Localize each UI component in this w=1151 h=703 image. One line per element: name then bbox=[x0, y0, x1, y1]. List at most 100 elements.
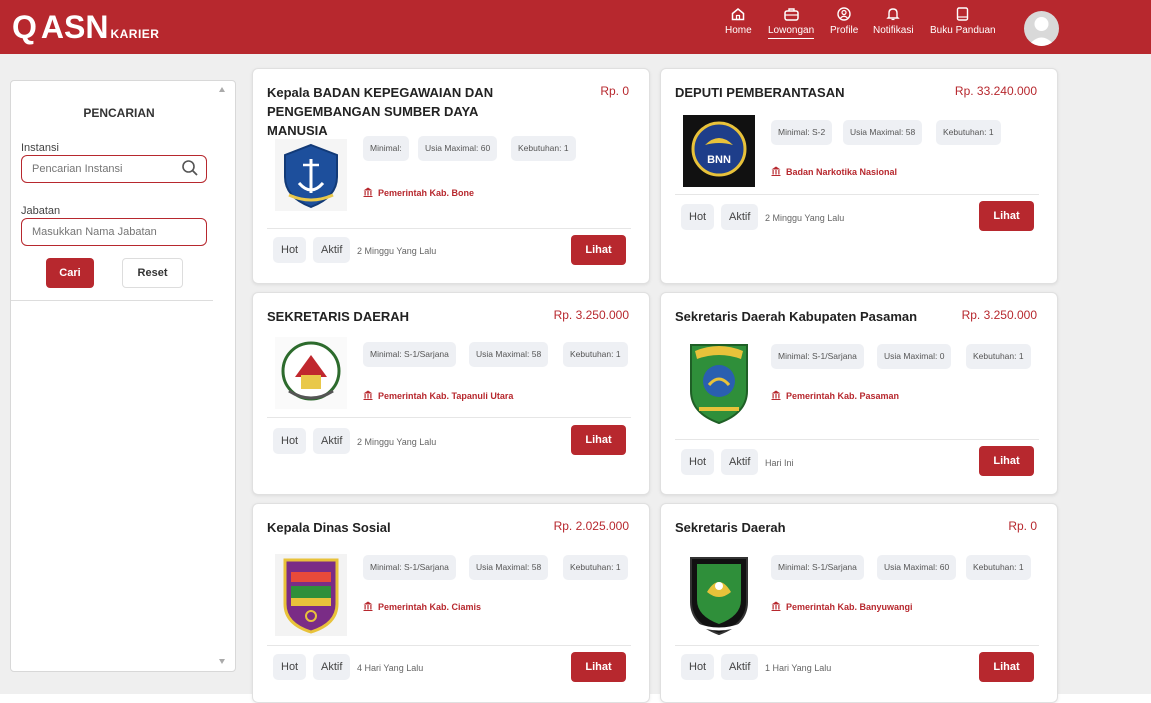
sidebar-title: PENCARIAN bbox=[83, 106, 155, 120]
job-salary: Rp. 33.240.000 bbox=[954, 84, 1037, 98]
nav-lowongan[interactable]: Lowongan bbox=[768, 4, 815, 39]
requirement-age-chip: Usia Maximal: 58 bbox=[469, 342, 549, 367]
sidebar-divider bbox=[11, 300, 213, 301]
job-salary: Rp. 3.250.000 bbox=[961, 308, 1037, 322]
requirement-minimal-chip: Minimal: S-1/Sarjana bbox=[771, 555, 864, 580]
user-avatar[interactable] bbox=[1024, 11, 1059, 46]
job-card[interactable]: Sekretaris Daerah Kabupaten Pasaman Rp. … bbox=[660, 292, 1058, 495]
hot-tag: Hot bbox=[273, 428, 307, 454]
job-salary: Rp. 2.025.000 bbox=[553, 519, 629, 533]
job-salary: Rp. 0 bbox=[1008, 519, 1037, 533]
institution-name-text: Pemerintah Kab. Bone bbox=[378, 188, 475, 198]
institution-logo bbox=[275, 139, 347, 211]
top-bar: Q ASN KARIER Home Lowongan Profile Notif… bbox=[0, 0, 1151, 54]
job-card[interactable]: DEPUTI PEMBERANTASAN Rp. 33.240.000 BNN … bbox=[660, 68, 1058, 284]
home-icon bbox=[728, 4, 748, 24]
requirement-need-chip: Kebutuhan: 1 bbox=[966, 344, 1031, 369]
nav-profile[interactable]: Profile bbox=[830, 4, 858, 37]
job-salary: Rp. 0 bbox=[600, 84, 629, 98]
institution-name-text: Badan Narkotika Nasional bbox=[786, 167, 898, 177]
card-divider bbox=[675, 439, 1039, 440]
requirement-minimal-chip: Minimal: bbox=[363, 136, 409, 161]
job-card[interactable]: SEKRETARIS DAERAH Rp. 3.250.000 Minimal:… bbox=[252, 292, 650, 495]
hot-tag: Hot bbox=[681, 449, 715, 475]
lihat-button[interactable]: Lihat bbox=[979, 446, 1034, 476]
institution-logo bbox=[275, 337, 347, 409]
building-icon bbox=[771, 601, 781, 613]
hot-tag: Hot bbox=[273, 237, 307, 263]
posted-time: 2 Minggu Yang Lalu bbox=[357, 246, 437, 256]
cari-button[interactable]: Cari bbox=[46, 258, 94, 288]
requirement-minimal-chip: Minimal: S-1/Sarjana bbox=[771, 344, 864, 369]
briefcase-icon bbox=[781, 4, 801, 24]
job-title[interactable]: DEPUTI PEMBERANTASAN bbox=[675, 83, 945, 102]
job-card[interactable]: Kepala Dinas Sosial Rp. 2.025.000 Minima… bbox=[252, 503, 650, 703]
job-title[interactable]: Kepala BADAN KEPEGAWAIAN DAN PENGEMBANGA… bbox=[267, 83, 537, 140]
nav-home-label: Home bbox=[725, 25, 752, 36]
job-title[interactable]: SEKRETARIS DAERAH bbox=[267, 307, 537, 326]
requirement-age-chip: Usia Maximal: 60 bbox=[418, 136, 498, 161]
aktif-tag: Aktif bbox=[721, 449, 759, 475]
nav-profile-label: Profile bbox=[830, 25, 859, 36]
requirement-minimal-chip: Minimal: S-2 bbox=[771, 120, 833, 145]
job-card[interactable]: Sekretaris Daerah Rp. 0 Minimal: S-1/Sar… bbox=[660, 503, 1058, 703]
logo-bnn-text: BNN bbox=[707, 154, 731, 166]
building-icon bbox=[363, 601, 373, 613]
posted-time: 2 Minggu Yang Lalu bbox=[357, 437, 437, 447]
job-title[interactable]: Sekretaris Daerah bbox=[675, 518, 945, 537]
institution-name: Pemerintah Kab. Tapanuli Utara bbox=[363, 390, 513, 402]
card-divider bbox=[267, 228, 631, 229]
avatar-icon bbox=[1028, 17, 1055, 46]
scroll-up-arrow-icon[interactable] bbox=[219, 87, 225, 92]
aktif-tag: Aktif bbox=[313, 654, 351, 680]
instansi-label: Instansi bbox=[21, 142, 59, 154]
institution-logo: BNN bbox=[683, 115, 755, 187]
lihat-button[interactable]: Lihat bbox=[979, 652, 1034, 682]
requirement-age-chip: Usia Maximal: 58 bbox=[469, 555, 549, 580]
nav-buku-panduan[interactable]: Buku Panduan bbox=[930, 4, 996, 37]
logo-q: Q bbox=[12, 9, 37, 45]
lihat-button[interactable]: Lihat bbox=[979, 201, 1034, 231]
hot-tag: Hot bbox=[681, 654, 715, 680]
profile-icon bbox=[834, 4, 854, 24]
lihat-button[interactable]: Lihat bbox=[571, 425, 626, 455]
job-title[interactable]: Sekretaris Daerah Kabupaten Pasaman bbox=[675, 307, 945, 326]
scroll-down-arrow-icon[interactable] bbox=[219, 659, 225, 664]
lihat-button[interactable]: Lihat bbox=[571, 235, 626, 265]
instansi-search-input[interactable] bbox=[21, 155, 207, 183]
bell-icon bbox=[883, 4, 903, 24]
job-card[interactable]: Kepala BADAN KEPEGAWAIAN DAN PENGEMBANGA… bbox=[252, 68, 650, 284]
requirement-need-chip: Kebutuhan: 1 bbox=[563, 555, 628, 580]
posted-time: Hari Ini bbox=[765, 458, 794, 468]
posted-time: 1 Hari Yang Lalu bbox=[765, 663, 832, 673]
job-title[interactable]: Kepala Dinas Sosial bbox=[267, 518, 537, 537]
institution-logo bbox=[275, 554, 347, 636]
nav-notifikasi[interactable]: Notifikasi bbox=[873, 4, 914, 37]
requirement-minimal-chip: Minimal: S-1/Sarjana bbox=[363, 555, 456, 580]
brand-logo[interactable]: Q ASN KARIER bbox=[12, 8, 159, 46]
logo-karier: KARIER bbox=[110, 27, 160, 41]
requirement-age-chip: Usia Maximal: 0 bbox=[877, 344, 952, 369]
posted-time: 2 Minggu Yang Lalu bbox=[765, 213, 845, 223]
requirement-age-chip: Usia Maximal: 58 bbox=[843, 120, 923, 145]
aktif-tag: Aktif bbox=[721, 204, 759, 230]
institution-name: Badan Narkotika Nasional bbox=[771, 166, 897, 178]
lihat-button[interactable]: Lihat bbox=[571, 652, 626, 682]
card-divider bbox=[675, 645, 1039, 646]
institution-name-text: Pemerintah Kab. Tapanuli Utara bbox=[378, 391, 514, 401]
nav-lowongan-label: Lowongan bbox=[768, 25, 815, 39]
card-divider bbox=[267, 645, 631, 646]
search-icon[interactable] bbox=[181, 159, 199, 182]
reset-button[interactable]: Reset bbox=[122, 258, 183, 288]
requirement-need-chip: Kebutuhan: 1 bbox=[936, 120, 1001, 145]
institution-name: Pemerintah Kab. Banyuwangi bbox=[771, 601, 913, 613]
requirement-need-chip: Kebutuhan: 1 bbox=[563, 342, 628, 367]
aktif-tag: Aktif bbox=[313, 428, 351, 454]
requirement-minimal-chip: Minimal: S-1/Sarjana bbox=[363, 342, 456, 367]
nav-home[interactable]: Home bbox=[725, 4, 752, 37]
building-icon bbox=[771, 390, 781, 402]
card-divider bbox=[675, 194, 1039, 195]
institution-name-text: Pemerintah Kab. Banyuwangi bbox=[786, 602, 913, 612]
card-divider bbox=[267, 417, 631, 418]
jabatan-input[interactable] bbox=[21, 218, 207, 246]
